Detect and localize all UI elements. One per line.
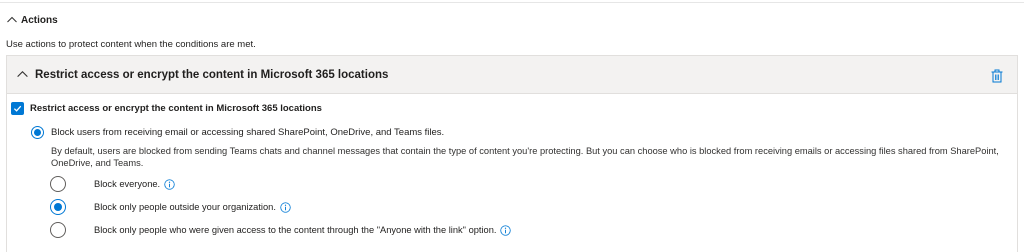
restrict-access-checkbox[interactable]	[11, 101, 24, 115]
info-icon[interactable]	[500, 224, 512, 236]
info-icon[interactable]	[164, 178, 175, 190]
block-outside-org-option: Block only people outside your organizat…	[50, 199, 291, 215]
actions-section-toggle[interactable]: Actions	[6, 12, 58, 28]
block-everyone-radio[interactable]	[50, 176, 66, 192]
card-title: Restrict access or encrypt the content i…	[35, 68, 389, 81]
chevron-up-icon	[17, 71, 28, 78]
action-card: Restrict access or encrypt the content i…	[6, 55, 1018, 252]
block-users-label: Block users from receiving email or acce…	[51, 126, 445, 138]
block-everyone-label: Block everyone.	[94, 179, 161, 189]
info-icon[interactable]	[280, 201, 291, 213]
block-users-option: Block users from receiving email or acce…	[31, 125, 444, 139]
section-title: Actions	[21, 14, 58, 26]
card-header-toggle[interactable]: Restrict access or encrypt the content i…	[7, 56, 1017, 94]
checkmark-icon	[13, 105, 22, 112]
block-anyone-link-option: Block only people who were given access …	[50, 222, 512, 238]
block-outside-org-label: Block only people outside your organizat…	[94, 202, 276, 212]
chevron-up-icon	[7, 16, 17, 23]
block-everyone-label-wrap: Block everyone.	[94, 178, 175, 190]
block-anyone-link-label-wrap: Block only people who were given access …	[94, 224, 512, 236]
section-description: Use actions to protect content when the …	[6, 39, 256, 50]
block-anyone-link-radio[interactable]	[50, 222, 66, 238]
block-users-description: By default, users are blocked from sendi…	[51, 146, 999, 168]
block-anyone-link-label: Block only people who were given access …	[94, 225, 497, 235]
trash-icon[interactable]	[990, 68, 1004, 84]
block-users-radio[interactable]	[31, 125, 44, 139]
restrict-access-checkbox-row: Restrict access or encrypt the content i…	[11, 101, 322, 115]
restrict-access-checkbox-label: Restrict access or encrypt the content i…	[30, 102, 322, 114]
top-divider	[0, 2, 1024, 3]
block-outside-org-radio[interactable]	[50, 199, 66, 215]
block-everyone-option: Block everyone.	[50, 176, 175, 192]
block-outside-org-label-wrap: Block only people outside your organizat…	[94, 201, 291, 213]
